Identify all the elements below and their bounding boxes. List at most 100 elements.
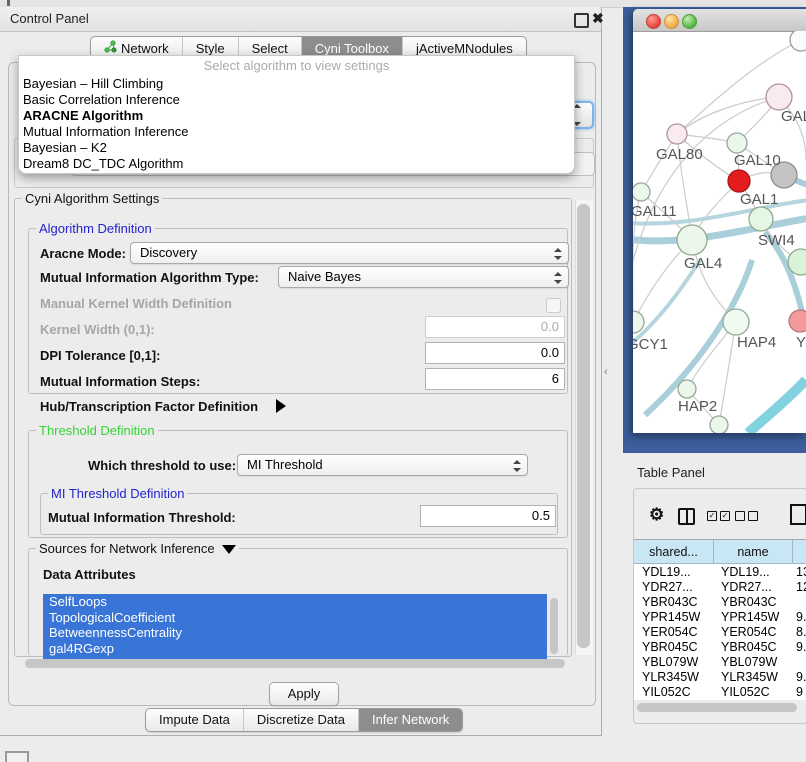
column-manager-icon[interactable] — [678, 508, 695, 525]
network-node[interactable] — [790, 31, 806, 51]
table-column-header[interactable]: A — [793, 540, 806, 564]
table-cell: 9 — [796, 685, 806, 699]
table-cell: YDR27... — [721, 580, 791, 594]
cyni-algorithm-settings-label: Cyni Algorithm Settings — [22, 191, 162, 206]
data-attribute-item[interactable]: TopologicalCoefficient — [43, 610, 547, 626]
mi-threshold-field[interactable]: 0.5 — [420, 505, 556, 527]
cyni-tab-label: Impute Data — [159, 712, 230, 727]
network-node-gal10[interactable] — [727, 133, 747, 153]
table-cell: YER054C — [721, 625, 791, 639]
settings-hscrollbar-thumb[interactable] — [25, 659, 565, 668]
minimized-panel-icon[interactable] — [5, 751, 29, 762]
algorithm-option[interactable]: Basic Correlation Inference — [19, 92, 574, 108]
algorithm-option[interactable]: Mutual Information Inference — [19, 124, 574, 140]
cyni-tab-discretize-data[interactable]: Discretize Data — [243, 709, 358, 731]
mi-algorithm-type-combo[interactable]: Naive Bayes — [278, 266, 569, 288]
network-node-y[interactable] — [789, 310, 806, 332]
expand-arrow-icon[interactable] — [276, 399, 286, 413]
table-panel-title: Table Panel — [637, 465, 705, 480]
table-cell: YLR345W — [721, 670, 791, 684]
table-cell: YDL19... — [721, 565, 791, 579]
network-node-label: GAL1 — [740, 191, 778, 208]
gear-icon[interactable]: ⚙ — [649, 505, 664, 525]
node-table[interactable]: shared...nameA YDL19...YDL19...13YDR27..… — [634, 539, 806, 700]
table-row[interactable]: YER054CYER054C8. — [634, 625, 806, 640]
close-icon[interactable]: ✖ — [592, 10, 604, 27]
table-row[interactable]: YDL19...YDL19...13 — [634, 565, 806, 580]
table-row[interactable]: YIL052CYIL052C9 — [634, 685, 806, 700]
network-edge[interactable] — [748, 380, 806, 433]
network-node-gcy1[interactable] — [633, 311, 644, 333]
network-node-gal[interactable] — [766, 84, 792, 110]
export-table-icon[interactable] — [790, 504, 806, 525]
data-attributes-label: Data Attributes — [43, 567, 136, 582]
manual-kernel-width-checkbox[interactable] — [546, 298, 561, 313]
data-attributes-list[interactable]: SelfLoopsTopologicalCoefficientBetweenne… — [43, 594, 547, 660]
data-attribute-item[interactable]: SelfLoops — [43, 594, 547, 610]
kernel-width-label: Kernel Width (0,1): — [40, 322, 155, 337]
table-row[interactable]: YBL079WYBL079W — [634, 655, 806, 670]
stepper-arrows-icon — [554, 247, 562, 261]
network-graph[interactable]: GALGAL80GAL10GAL1GAL11SWI4GAL4GCY1HAP4YH… — [633, 31, 806, 433]
control-panel-titlebar: Control Panel ✖ — [0, 7, 601, 32]
algorithm-option[interactable]: Dream8 DC_TDC Algorithm — [19, 156, 574, 172]
table-column-header[interactable]: shared... — [634, 540, 714, 564]
network-window[interactable]: GALGAL80GAL10GAL1GAL11SWI4GAL4GCY1HAP4YH… — [633, 9, 806, 433]
table-hscrollbar-thumb[interactable] — [637, 703, 797, 712]
network-node-gal1[interactable] — [728, 170, 750, 192]
panel-divider-handle[interactable]: ‹ — [604, 366, 608, 378]
zoom-traffic-light-icon[interactable] — [682, 14, 697, 29]
apply-button[interactable]: Apply — [269, 682, 339, 706]
algorithm-popup-items: Bayesian – Hill ClimbingBasic Correlatio… — [19, 76, 574, 172]
table-cell: 9. — [796, 670, 806, 684]
table-row[interactable]: YBR043CYBR043C — [634, 595, 806, 610]
network-node-gal80[interactable] — [667, 124, 687, 144]
table-row[interactable]: YPR145WYPR145W9. — [634, 610, 806, 625]
data-attribute-item[interactable]: gal4RGexp — [43, 641, 547, 657]
network-node-hap2[interactable] — [678, 380, 696, 398]
network-edge[interactable] — [719, 322, 736, 425]
close-traffic-light-icon[interactable] — [646, 14, 661, 29]
algorithm-option[interactable]: ARACNE Algorithm — [19, 108, 574, 124]
mi-algorithm-type-label: Mutual Information Algorithm Type: — [40, 270, 259, 285]
deselect-all-columns-icon[interactable] — [735, 511, 758, 521]
network-node-swi4[interactable] — [749, 207, 773, 231]
sources-label: Sources for Network Inference — [36, 541, 239, 556]
tab-label: Cyni Toolbox — [315, 41, 389, 56]
unchecked-box-icon — [748, 511, 758, 521]
table-row[interactable]: YDR27...YDR27...12 — [634, 580, 806, 595]
float-window-icon[interactable] — [574, 13, 589, 28]
manual-kernel-width-label: Manual Kernel Width Definition — [40, 296, 232, 311]
settings-scrollbar-thumb[interactable] — [577, 204, 590, 648]
table-cell: YPR145W — [642, 610, 713, 624]
algorithm-option[interactable]: Bayesian – Hill Climbing — [19, 76, 574, 92]
collapse-arrow-icon[interactable] — [222, 545, 236, 554]
aracne-mode-combo[interactable]: Discovery — [130, 242, 569, 264]
network-node-hap4[interactable] — [723, 309, 749, 335]
dpi-tolerance-field[interactable]: 0.0 — [425, 342, 565, 364]
table-row[interactable]: YLR345WYLR345W9. — [634, 670, 806, 685]
algorithm-option[interactable]: Bayesian – K2 — [19, 140, 574, 156]
table-row[interactable]: YBR045CYBR045C9. — [634, 640, 806, 655]
network-window-titlebar[interactable] — [633, 9, 806, 32]
kernel-width-field[interactable]: 0.0 — [425, 316, 565, 338]
table-cell: 13 — [796, 565, 806, 579]
table-cell: YBR043C — [642, 595, 713, 609]
select-all-columns-icon[interactable]: ✓ ✓ — [707, 511, 730, 521]
aracne-mode-label: Aracne Mode: — [40, 246, 126, 261]
minimize-traffic-light-icon[interactable] — [664, 14, 679, 29]
attributes-scrollbar-thumb[interactable] — [550, 598, 558, 654]
table-cell: 12 — [796, 580, 806, 594]
table-column-header[interactable]: name — [714, 540, 793, 564]
cyni-tab-impute-data[interactable]: Impute Data — [146, 709, 243, 731]
cyni-tab-infer-network[interactable]: Infer Network — [358, 709, 462, 731]
network-node[interactable] — [710, 416, 728, 433]
tab-label: Style — [196, 41, 225, 56]
which-threshold-combo[interactable]: MI Threshold — [237, 454, 528, 476]
table-cell: YPR145W — [721, 610, 791, 624]
mi-steps-field[interactable]: 6 — [425, 368, 565, 390]
network-node-gal4[interactable] — [677, 225, 707, 255]
cyni-tab-label: Discretize Data — [257, 712, 345, 727]
network-node-gal11[interactable] — [633, 183, 650, 201]
data-attribute-item[interactable]: BetweennessCentrality — [43, 625, 547, 641]
